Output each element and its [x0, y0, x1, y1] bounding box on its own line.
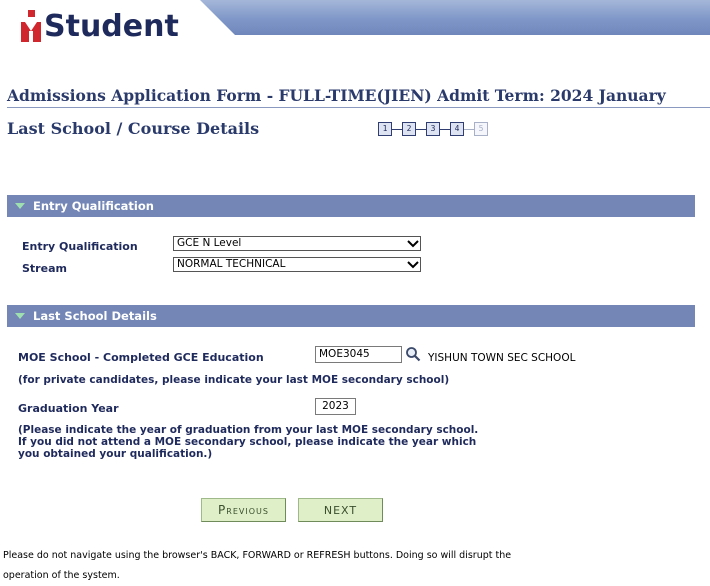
logo-mark-icon	[20, 9, 42, 43]
graduation-note-line: If you did not attend a MOE secondary sc…	[18, 436, 477, 448]
step-4[interactable]: 4	[450, 122, 464, 136]
section-title: Entry Qualification	[33, 199, 154, 213]
step-2[interactable]: 2	[402, 122, 416, 136]
entry-qualification-label: Entry Qualification	[22, 240, 138, 253]
step-connector	[464, 128, 474, 130]
step-5: 5	[474, 122, 488, 136]
step-connector	[392, 128, 402, 130]
step-3[interactable]: 3	[426, 122, 440, 136]
graduation-year-input[interactable]: 2023	[315, 398, 356, 415]
chevron-down-icon[interactable]	[406, 258, 420, 271]
step-connector	[440, 128, 450, 130]
navigation-warning: Please do not navigate using the browser…	[3, 549, 511, 583]
stream-select[interactable]: NORMAL TECHNICAL	[173, 257, 421, 272]
next-button[interactable]: NEXT	[298, 498, 383, 522]
graduation-note-line: you obtained your qualification.)	[18, 448, 213, 460]
warning-line: Please do not navigate using the browser…	[3, 550, 512, 561]
graduation-note-line: (Please indicate the year of graduation …	[18, 424, 479, 436]
header-banner	[200, 0, 710, 35]
logo-text: Student	[44, 8, 179, 44]
step-1[interactable]: 1	[378, 122, 392, 136]
graduation-note: (Please indicate the year of graduation …	[18, 424, 478, 460]
page-title: Last School / Course Details	[7, 119, 260, 138]
school-name: YISHUN TOWN SEC SCHOOL	[428, 352, 576, 364]
search-icon[interactable]	[405, 346, 421, 362]
collapse-triangle-icon[interactable]	[15, 203, 25, 209]
section-title: Last School Details	[33, 309, 157, 323]
student-logo: Student	[20, 6, 179, 46]
stream-value: NORMAL TECHNICAL	[177, 258, 286, 270]
stream-label: Stream	[22, 262, 67, 275]
title-divider	[7, 107, 710, 108]
entry-qualification-value: GCE N Level	[177, 237, 242, 249]
chevron-down-icon[interactable]	[406, 237, 420, 250]
entry-qualification-select[interactable]: GCE N Level	[173, 236, 421, 251]
last-school-details-header[interactable]: Last School Details	[7, 305, 695, 327]
moe-school-label: MOE School - Completed GCE Education	[18, 351, 264, 364]
warning-line: operation of the system.	[3, 570, 120, 581]
step-indicator: 1 2 3 4 5	[378, 122, 488, 136]
private-candidate-note: (for private candidates, please indicate…	[18, 374, 450, 386]
school-code-input[interactable]: MOE3045	[315, 346, 402, 363]
graduation-year-label: Graduation Year	[18, 402, 119, 415]
form-title: Admissions Application Form - FULL-TIME(…	[7, 86, 666, 105]
previous-button[interactable]: Previous	[201, 498, 286, 522]
step-connector	[416, 128, 426, 130]
collapse-triangle-icon[interactable]	[15, 313, 25, 319]
entry-qualification-header[interactable]: Entry Qualification	[7, 195, 695, 217]
